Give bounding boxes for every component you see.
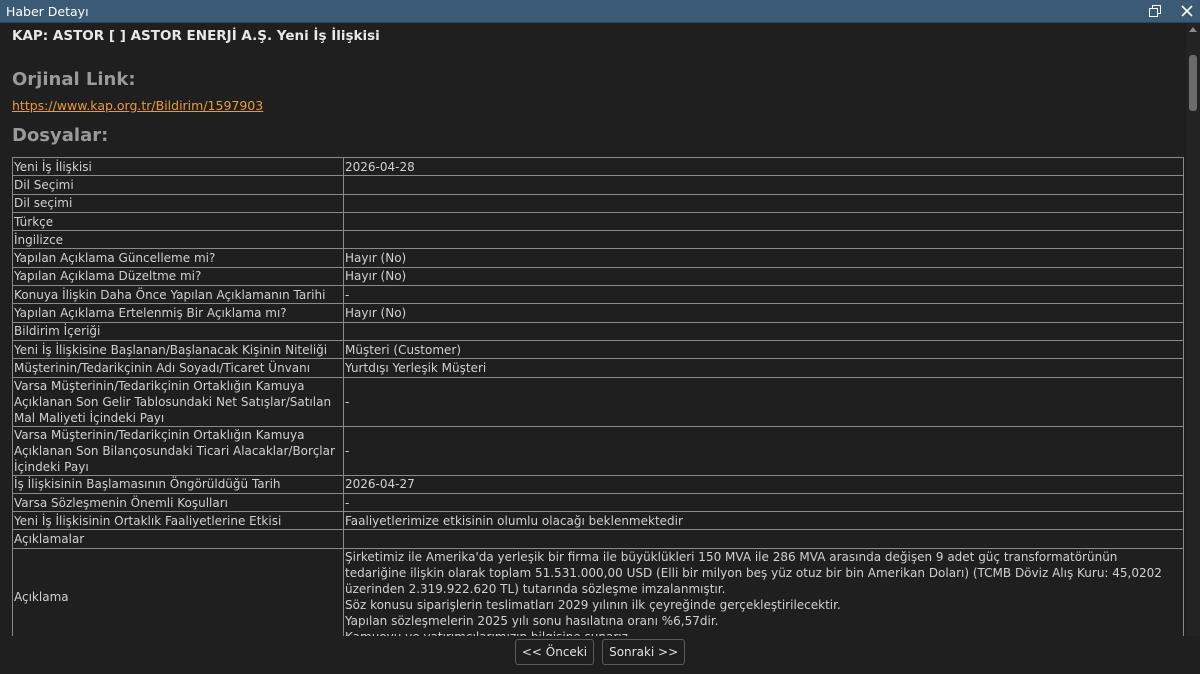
previous-button[interactable]: << Önceki [514,639,595,665]
row-value [343,211,1184,232]
row-value: Hayır (No) [343,248,1184,268]
vertical-scrollbar[interactable] [1186,23,1200,636]
explanation-line: Söz konusu siparişlerin teslimatları 202… [345,597,841,612]
disclosure-table: Yeni İş İlişkisi 2026-04-28 Dil Seçimi Dil … [12,156,1184,636]
table-row: Dil Seçimi [12,175,1184,195]
row-key: İngilizce [12,230,344,250]
row-key: Varsa Müşterinin/Tedarikçinin Ortaklığın… [12,425,344,476]
navigation-footer: << Önceki Sonraki >> [0,636,1200,674]
row-key: Açıklamalar [12,529,344,549]
row-key: Yapılan Açıklama Düzeltme mi? [12,266,344,287]
row-key: Varsa Müşterinin/Tedarikçinin Ortaklığın… [12,376,344,427]
row-key: Varsa Sözleşmenin Önemli Koşulları [12,492,344,513]
table-row: Yeni İş İlişkisi 2026-04-28 [12,156,1184,177]
row-key: Konuya İlişkin Daha Önce Yapılan Açıklam… [12,285,344,305]
files-heading: Dosyalar: [12,125,109,146]
explanation-line: Şirketimiz ile Amerika'da yerleşik bir f… [345,549,1162,596]
scrollbar-thumb[interactable] [1189,55,1197,111]
original-link-heading: Orjinal Link: [12,69,136,90]
row-value: Faaliyetlerimize etkisinin olumlu olacağ… [343,511,1184,531]
table-row-explanation: Açıklama Şirketimiz ile Amerika'da yerleş… [12,547,1184,636]
row-key: Yeni İş İlişkisinin Ortaklık Faaliyetler… [12,511,344,531]
row-value [343,529,1184,549]
table-row: İş İlişkisinin Başlamasının Öngörüldüğü … [12,474,1184,494]
row-key: İş İlişkisinin Başlamasının Öngörüldüğü … [12,474,344,494]
window-controls [1148,4,1194,18]
row-value: 2026-04-28 [343,156,1184,177]
row-key: Dil seçimi [12,193,344,213]
row-value [343,230,1184,250]
row-key: Yeni İş İlişkisi [12,156,344,177]
title-bar[interactable]: Haber Detayı [0,0,1200,23]
restore-icon[interactable] [1148,4,1162,18]
row-value: 2026-04-27 [343,474,1184,494]
table-row: Yeni İş İlişkisine Başlanan/Başlanacak K… [12,339,1184,360]
row-value: Hayır (No) [343,266,1184,287]
table-row: Konuya İlişkin Daha Önce Yapılan Açıklam… [12,285,1184,305]
row-key: Yeni İş İlişkisine Başlanan/Başlanacak K… [12,339,344,360]
table-row: Varsa Müşterinin/Tedarikçinin Ortaklığın… [12,425,1184,476]
table-row: Bildirim İçeriği [12,321,1184,341]
table-row: İngilizce [12,230,1184,250]
explanation-text: Şirketimiz ile Amerika'da yerleşik bir f… [343,547,1184,636]
row-value: - [343,285,1184,305]
row-key: Açıklama [12,547,344,636]
table-row: Dil seçimi [12,193,1184,213]
row-value: - [343,425,1184,476]
explanation-line: Yapılan sözleşmelerin 2025 yılı sonu has… [345,613,719,628]
explanation-line: Kamuoyu ve yatırımcılarımızın bilgisine … [345,629,1182,636]
table-row: Yapılan Açıklama Düzeltme mi? Hayır (No) [12,266,1184,287]
table-row: Varsa Müşterinin/Tedarikçinin Ortaklığın… [12,376,1184,427]
window-title: Haber Detayı [6,3,89,19]
row-value [343,321,1184,341]
table-row: Müşterinin/Tedarikçinin Adı Soyadı/Ticar… [12,358,1184,378]
row-key: Dil Seçimi [12,175,344,195]
row-value [343,193,1184,213]
original-link[interactable]: https://www.kap.org.tr/Bildirim/1597903 [12,98,263,113]
row-value [343,175,1184,195]
close-icon[interactable] [1180,4,1194,18]
news-detail-window: Haber Detayı KAP: ASTOR [ ] ASTOR ENERJİ… [0,0,1200,674]
row-value: Hayır (No) [343,303,1184,323]
row-key: Bildirim İçeriği [12,321,344,341]
table-row: Varsa Sözleşmenin Önemli Koşulları - [12,492,1184,513]
row-key: Yapılan Açıklama Güncelleme mi? [12,248,344,268]
news-content[interactable]: KAP: ASTOR [ ] ASTOR ENERJİ A.Ş. Yeni İş… [0,23,1186,636]
row-value: - [343,376,1184,427]
row-value: Müşteri (Customer) [343,339,1184,360]
row-value: Yurtdışı Yerleşik Müşteri [343,358,1184,378]
row-value: - [343,492,1184,513]
scroll-up-icon[interactable] [1189,27,1197,32]
row-key: Müşterinin/Tedarikçinin Adı Soyadı/Ticar… [12,358,344,378]
table-row: Yapılan Açıklama Güncelleme mi? Hayır (No… [12,248,1184,268]
table-row: Yapılan Açıklama Ertelenmiş Bir Açıklama… [12,303,1184,323]
page-title: KAP: ASTOR [ ] ASTOR ENERJİ A.Ş. Yeni İş… [12,28,380,44]
table-row: Türkçe [12,211,1184,232]
table-row: Yeni İş İlişkisinin Ortaklık Faaliyetler… [12,511,1184,531]
next-button[interactable]: Sonraki >> [602,639,686,665]
row-key: Türkçe [12,211,344,232]
table-row: Açıklamalar [12,529,1184,549]
row-key: Yapılan Açıklama Ertelenmiş Bir Açıklama… [12,303,344,323]
